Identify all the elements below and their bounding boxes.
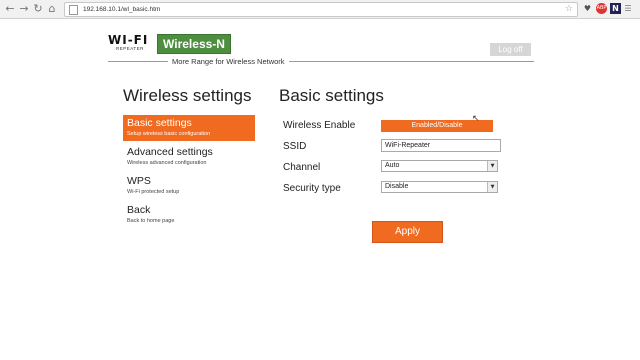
apply-button[interactable]: Apply [372,221,443,243]
arrow-left-icon[interactable]: ← [4,2,16,15]
basic-settings-form: Wireless Enable Enabled/Disable SSID WiF… [283,117,503,201]
security-value: Disable [385,183,409,190]
heart-icon[interactable]: ♥ [582,3,593,14]
channel-label: Channel [283,162,321,173]
menu-item-wps[interactable]: WPS Wi-Fi protected setup [123,173,255,199]
product-badge: Wireless-N [157,34,231,54]
reload-icon[interactable]: ↻ [32,2,44,15]
logo-subtitle: REPEATER [116,46,144,51]
tagline: More Range for Wireless Network [168,56,289,67]
channel-value: Auto [385,162,400,169]
n-icon[interactable]: N [610,3,621,14]
settings-menu: Basic settings Setup wireless basic conf… [123,115,255,231]
menu-item-desc: Wi-Fi protected setup [127,189,180,195]
wireless-enable-label: Wireless Enable [283,120,356,131]
ssid-input[interactable]: WiFi-Repeater [381,139,501,152]
menu-item-back[interactable]: Back Back to home page [123,202,255,228]
arrow-right-icon[interactable]: → [18,2,30,15]
wireless-enable-row: Wireless Enable Enabled/Disable [283,117,503,138]
chevron-down-icon: ▼ [487,182,497,192]
menu-item-desc: Wireless advanced configuration [127,160,207,166]
url-text: 192.168.10.1/wl_basic.htm [83,6,161,13]
security-row: Security type Disable ▼ [283,180,503,201]
logoff-button[interactable]: Log off [490,43,531,56]
home-icon[interactable]: ⌂ [46,2,58,15]
mouse-cursor-icon: ↖ [472,114,480,124]
menu-item-desc: Back to home page [127,218,175,224]
logo: WI-FI [108,33,149,47]
ssid-row: SSID WiFi-Repeater [283,138,503,159]
chevron-down-icon: ▼ [487,161,497,171]
browser-toolbar: ← → ↻ ⌂ 192.168.10.1/wl_basic.htm ☆ ♥ AB… [0,0,640,19]
page-icon [69,5,78,15]
menu-item-title: Back [127,204,151,216]
channel-select[interactable]: Auto ▼ [381,160,498,172]
security-label: Security type [283,183,341,194]
menu-icon[interactable]: ☰ [624,3,632,14]
menu-item-title: WPS [127,175,151,187]
section-heading: Wireless settings [123,86,252,105]
menu-item-title: Basic settings [127,117,192,129]
ssid-label: SSID [283,141,307,152]
menu-item-title: Advanced settings [127,146,213,158]
menu-item-desc: Setup wireless basic configuration [127,131,211,137]
abp-icon[interactable]: ABP [596,3,607,14]
address-bar[interactable]: 192.168.10.1/wl_basic.htm ☆ [64,2,578,17]
star-icon[interactable]: ☆ [565,3,573,16]
security-select[interactable]: Disable ▼ [381,181,498,193]
menu-item-advanced-settings[interactable]: Advanced settings Wireless advanced conf… [123,144,255,170]
channel-row: Channel Auto ▼ [283,159,503,180]
menu-item-basic-settings[interactable]: Basic settings Setup wireless basic conf… [123,115,255,141]
page-title: Basic settings [279,86,384,105]
